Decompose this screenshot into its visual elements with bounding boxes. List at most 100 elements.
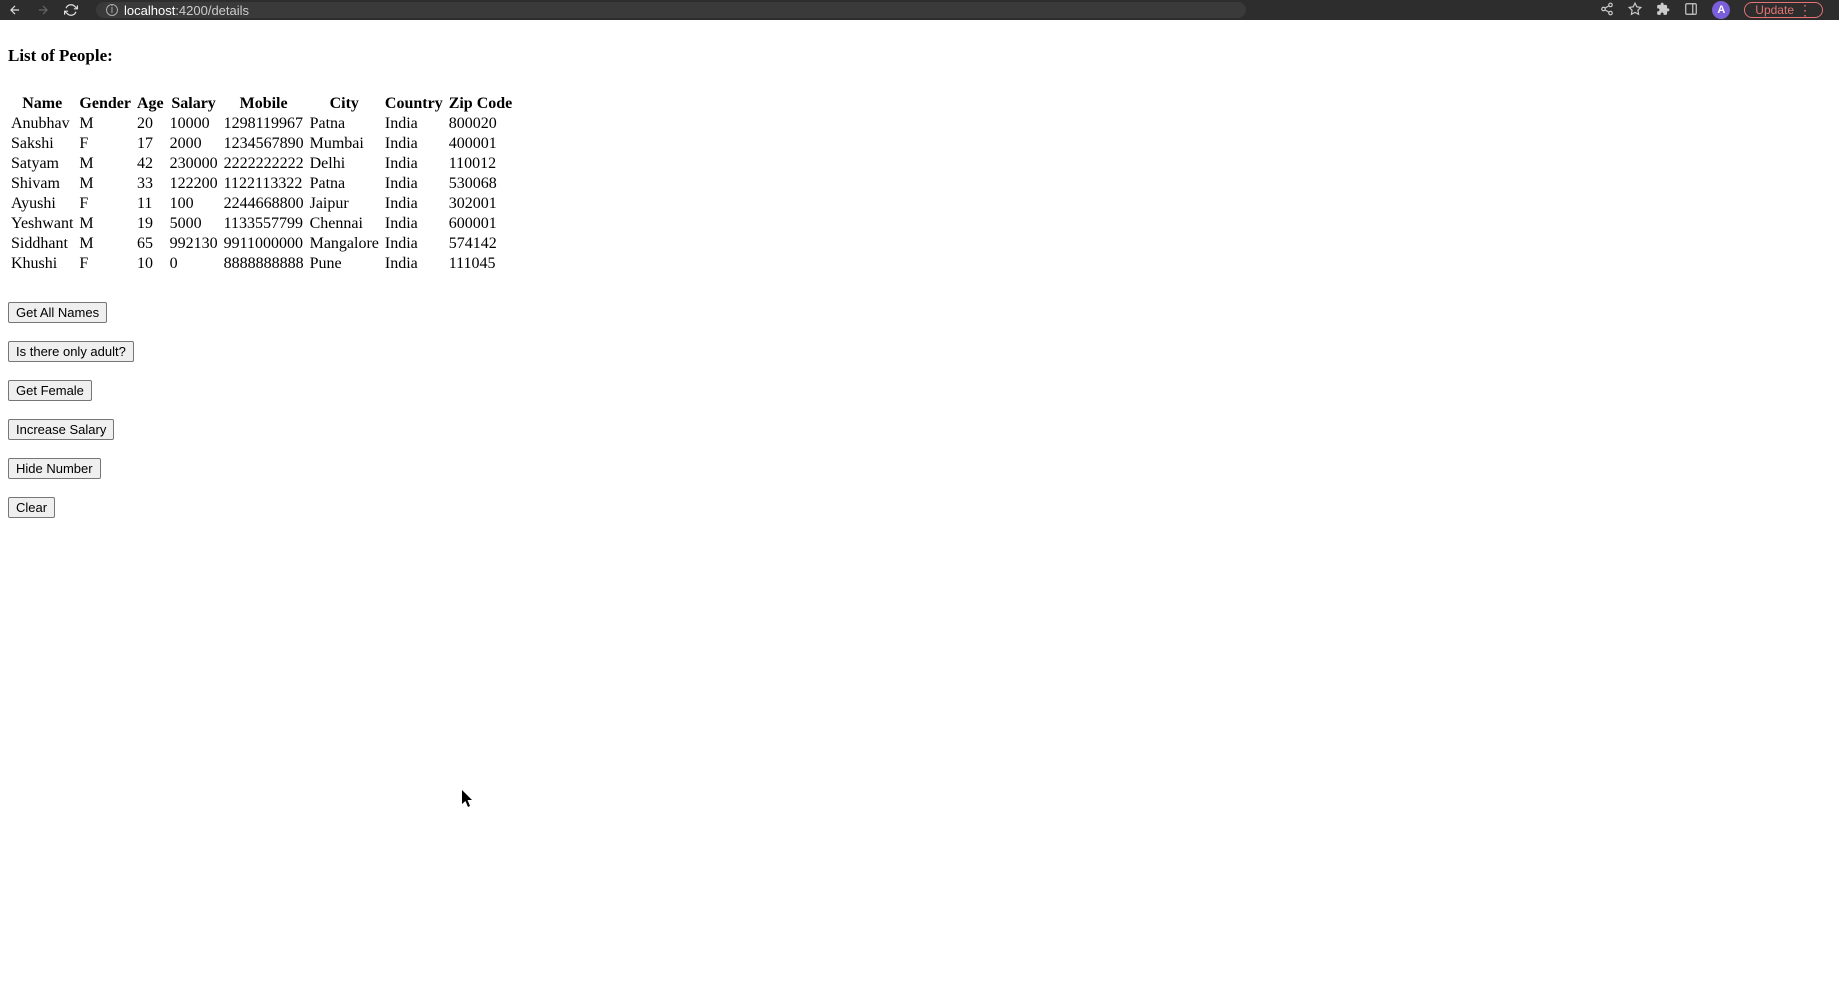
table-cell-country: India xyxy=(382,214,446,234)
back-icon[interactable] xyxy=(8,3,22,17)
table-cell-zip: 302001 xyxy=(446,194,516,214)
table-cell-name: Sakshi xyxy=(8,134,76,154)
table-header-row: NameGenderAgeSalaryMobileCityCountryZip … xyxy=(8,94,515,114)
table-row: SatyamM422300002222222222DelhiIndia11001… xyxy=(8,154,515,174)
table-cell-city: Jaipur xyxy=(307,194,382,214)
table-cell-zip: 111045 xyxy=(446,254,516,274)
table-cell-zip: 600001 xyxy=(446,214,516,234)
table-cell-mobile: 1122113322 xyxy=(221,174,307,194)
table-cell-country: India xyxy=(382,154,446,174)
get-female-button[interactable]: Get Female xyxy=(8,380,92,401)
table-cell-zip: 400001 xyxy=(446,134,516,154)
table-header: City xyxy=(307,94,382,114)
table-header: Mobile xyxy=(221,94,307,114)
table-cell-name: Anubhav xyxy=(8,114,76,134)
forward-icon[interactable] xyxy=(36,3,50,17)
table-cell-country: India xyxy=(382,234,446,254)
table-header: Age xyxy=(134,94,167,114)
table-cell-country: India xyxy=(382,174,446,194)
table-cell-zip: 800020 xyxy=(446,114,516,134)
table-cell-city: Mumbai xyxy=(307,134,382,154)
table-cell-age: 20 xyxy=(134,114,167,134)
table-cell-salary: 5000 xyxy=(167,214,221,234)
table-cell-salary: 100 xyxy=(167,194,221,214)
info-icon: i xyxy=(106,4,118,16)
url-text: localhost:4200/details xyxy=(124,3,249,18)
hide-number-button[interactable]: Hide Number xyxy=(8,458,101,479)
table-header: Salary xyxy=(167,94,221,114)
table-cell-country: India xyxy=(382,114,446,134)
table-cell-mobile: 9911000000 xyxy=(221,234,307,254)
table-cell-age: 65 xyxy=(134,234,167,254)
table-cell-mobile: 8888888888 xyxy=(221,254,307,274)
avatar[interactable]: A xyxy=(1712,1,1730,19)
table-cell-city: Mangalore xyxy=(307,234,382,254)
table-cell-salary: 10000 xyxy=(167,114,221,134)
table-cell-gender: M xyxy=(76,214,134,234)
is-only-adult-button[interactable]: Is there only adult? xyxy=(8,341,134,362)
table-cell-city: Patna xyxy=(307,114,382,134)
get-all-names-button[interactable]: Get All Names xyxy=(8,302,107,323)
star-icon[interactable] xyxy=(1628,2,1642,19)
table-cell-name: Yeshwant xyxy=(8,214,76,234)
table-cell-age: 10 xyxy=(134,254,167,274)
mouse-cursor xyxy=(462,790,474,813)
table-cell-age: 33 xyxy=(134,174,167,194)
table-row: SiddhantM659921309911000000MangaloreIndi… xyxy=(8,234,515,254)
clear-button[interactable]: Clear xyxy=(8,497,55,518)
buttons-area: Get All Names Is there only adult? Get F… xyxy=(8,302,1831,518)
table-cell-salary: 122200 xyxy=(167,174,221,194)
toolbar-right: A Update ⋮ xyxy=(1600,1,1823,19)
table-cell-gender: M xyxy=(76,154,134,174)
page-content: List of People: NameGenderAgeSalaryMobil… xyxy=(0,20,1839,544)
table-cell-age: 42 xyxy=(134,154,167,174)
table-cell-name: Siddhant xyxy=(8,234,76,254)
table-cell-name: Shivam xyxy=(8,174,76,194)
table-row: AyushiF111002244668800JaipurIndia302001 xyxy=(8,194,515,214)
reload-icon[interactable] xyxy=(64,3,78,17)
update-button[interactable]: Update ⋮ xyxy=(1744,2,1823,18)
table-cell-zip: 110012 xyxy=(446,154,516,174)
increase-salary-button[interactable]: Increase Salary xyxy=(8,419,114,440)
table-cell-salary: 230000 xyxy=(167,154,221,174)
table-cell-mobile: 1133557799 xyxy=(221,214,307,234)
table-cell-mobile: 2222222222 xyxy=(221,154,307,174)
extensions-icon[interactable] xyxy=(1656,2,1670,19)
table-row: SakshiF1720001234567890MumbaiIndia400001 xyxy=(8,134,515,154)
table-cell-salary: 0 xyxy=(167,254,221,274)
menu-dots-icon: ⋮ xyxy=(1798,3,1812,17)
browser-toolbar: i localhost:4200/details A Update ⋮ xyxy=(0,0,1839,20)
page-title: List of People: xyxy=(8,46,1831,66)
table-row: YeshwantM1950001133557799ChennaiIndia600… xyxy=(8,214,515,234)
table-cell-mobile: 2244668800 xyxy=(221,194,307,214)
table-header: Gender xyxy=(76,94,134,114)
table-cell-gender: M xyxy=(76,234,134,254)
table-cell-city: Chennai xyxy=(307,214,382,234)
table-cell-gender: M xyxy=(76,174,134,194)
table-row: AnubhavM20100001298119967PatnaIndia80002… xyxy=(8,114,515,134)
table-cell-zip: 574142 xyxy=(446,234,516,254)
table-row: ShivamM331222001122113322PatnaIndia53006… xyxy=(8,174,515,194)
table-cell-country: India xyxy=(382,134,446,154)
table-cell-age: 11 xyxy=(134,194,167,214)
table-cell-gender: M xyxy=(76,114,134,134)
table-cell-city: Delhi xyxy=(307,154,382,174)
table-header: Country xyxy=(382,94,446,114)
table-header: Name xyxy=(8,94,76,114)
table-cell-name: Khushi xyxy=(8,254,76,274)
nav-buttons xyxy=(8,3,78,17)
table-cell-gender: F xyxy=(76,254,134,274)
share-icon[interactable] xyxy=(1600,2,1614,19)
address-bar[interactable]: i localhost:4200/details xyxy=(96,2,1246,18)
table-cell-country: India xyxy=(382,194,446,214)
table-cell-name: Satyam xyxy=(8,154,76,174)
panel-icon[interactable] xyxy=(1684,2,1698,19)
table-cell-gender: F xyxy=(76,194,134,214)
table-header: Zip Code xyxy=(446,94,516,114)
table-cell-country: India xyxy=(382,254,446,274)
table-cell-city: Patna xyxy=(307,174,382,194)
table-cell-gender: F xyxy=(76,134,134,154)
table-cell-mobile: 1234567890 xyxy=(221,134,307,154)
table-cell-mobile: 1298119967 xyxy=(221,114,307,134)
table-cell-zip: 530068 xyxy=(446,174,516,194)
